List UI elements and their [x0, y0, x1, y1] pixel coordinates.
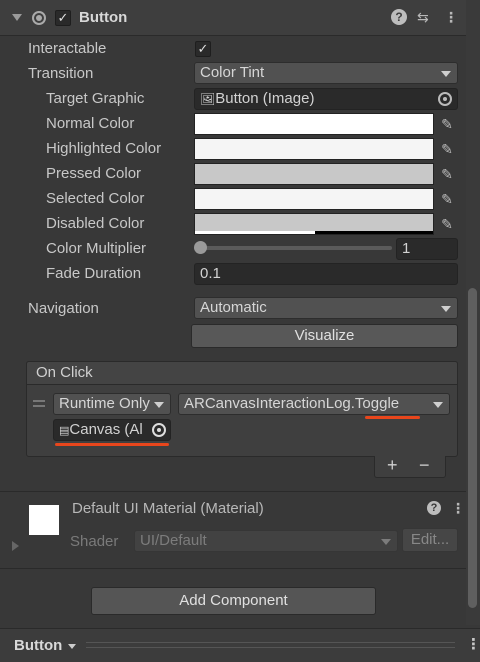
runtime-value: Runtime Only [59, 395, 150, 412]
help-icon[interactable]: ? [427, 501, 441, 515]
more-options-icon[interactable]: ⋮ [466, 635, 480, 653]
pressed-color-swatch[interactable] [194, 163, 434, 185]
target-graphic-label: Target Graphic [46, 90, 145, 107]
fade-duration-label: Fade Duration [46, 265, 142, 282]
highlighted-color-swatch[interactable] [194, 138, 434, 160]
eyedropper-icon[interactable]: ✎ [436, 163, 458, 185]
navigation-value: Automatic [200, 299, 267, 316]
target-object-field[interactable]: ▤Canvas (Al [53, 419, 171, 441]
on-click-title: On Click [36, 364, 93, 381]
remove-event-button[interactable]: − [419, 455, 430, 476]
chevron-down-icon [441, 306, 451, 312]
annotation-underline [55, 443, 169, 446]
component-header[interactable]: ✓ Button ? ⇆ ⋮ [0, 0, 466, 36]
shader-value: UI/Default [140, 532, 207, 549]
edit-shader-button[interactable]: Edit... [402, 528, 458, 552]
target-object-value: Canvas (Al [69, 421, 143, 438]
highlighted-color-label: Highlighted Color [46, 140, 162, 157]
fade-duration-input[interactable]: 0.1 [194, 263, 458, 285]
target-graphic-field[interactable]: 🖼Button (Image) [194, 88, 458, 110]
transition-dropdown[interactable]: Color Tint [194, 62, 458, 84]
divider [0, 568, 466, 569]
foldout-chevron-icon[interactable] [12, 541, 19, 551]
shader-label: Shader [70, 533, 119, 550]
selected-color-swatch[interactable] [194, 188, 434, 210]
component-enabled-checkbox[interactable]: ✓ [55, 10, 71, 26]
runtime-dropdown[interactable]: Runtime Only [53, 393, 171, 415]
add-event-button[interactable]: + [387, 455, 398, 476]
eyedropper-icon[interactable]: ✎ [436, 138, 458, 160]
color-multiplier-slider-track[interactable] [200, 246, 392, 250]
chevron-down-icon[interactable] [68, 644, 76, 649]
footer-bar: Button ⋮ [0, 628, 480, 662]
navigation-label: Navigation [28, 300, 99, 317]
scrollbar-thumb[interactable] [468, 288, 477, 608]
object-picker-icon[interactable] [152, 423, 166, 437]
transition-label: Transition [28, 65, 94, 82]
material-title: Default UI Material (Material) [72, 500, 264, 517]
chevron-down-icon [154, 402, 164, 408]
eyedropper-icon[interactable]: ✎ [436, 113, 458, 135]
visualize-button[interactable]: Visualize [191, 324, 458, 348]
material-preview [29, 505, 59, 535]
color-multiplier-label: Color Multiplier [46, 240, 147, 257]
footer-filter-label[interactable]: Button [14, 637, 62, 654]
help-icon[interactable]: ? [391, 9, 407, 25]
transition-value: Color Tint [200, 64, 265, 81]
component-title: Button [79, 9, 128, 26]
object-picker-icon[interactable] [438, 92, 452, 106]
annotation-underline [365, 416, 420, 419]
normal-color-swatch[interactable] [194, 113, 434, 135]
eyedropper-icon[interactable]: ✎ [436, 188, 458, 210]
selected-color-label: Selected Color [46, 190, 145, 207]
chevron-down-icon [381, 539, 391, 545]
navigation-dropdown[interactable]: Automatic [194, 297, 458, 319]
on-click-header: On Click [26, 361, 458, 385]
divider [0, 491, 466, 492]
more-options-icon[interactable]: ⋮ [451, 500, 465, 517]
chevron-down-icon [441, 71, 451, 77]
disabled-color-swatch[interactable] [194, 213, 434, 235]
function-dropdown[interactable]: ARCanvasInteractionLog.Toggle [178, 393, 450, 415]
foldout-chevron-icon[interactable] [12, 14, 22, 21]
canvas-icon: ▤ [59, 425, 70, 437]
color-multiplier-input[interactable]: 1 [396, 238, 458, 260]
target-graphic-value: Button (Image) [215, 90, 315, 107]
interactable-checkbox[interactable]: ✓ [195, 41, 211, 57]
color-multiplier-slider-handle[interactable] [194, 241, 207, 254]
eyedropper-icon[interactable]: ✎ [436, 213, 458, 235]
more-options-icon[interactable]: ⋮ [444, 9, 458, 26]
chevron-down-icon [433, 402, 443, 408]
presets-icon[interactable]: ⇆ [417, 9, 429, 26]
interactable-label: Interactable [28, 40, 107, 57]
pressed-color-label: Pressed Color [46, 165, 142, 182]
add-component-button[interactable]: Add Component [91, 587, 376, 615]
component-icon [32, 11, 46, 25]
function-value: ARCanvasInteractionLog.Toggle [184, 395, 400, 412]
disabled-color-label: Disabled Color [46, 215, 145, 232]
image-icon: 🖼 [200, 92, 216, 106]
drag-handle-icon[interactable] [33, 400, 45, 402]
normal-color-label: Normal Color [46, 115, 135, 132]
event-list-buttons: + − [374, 455, 446, 478]
shader-dropdown[interactable]: UI/Default [134, 530, 398, 552]
